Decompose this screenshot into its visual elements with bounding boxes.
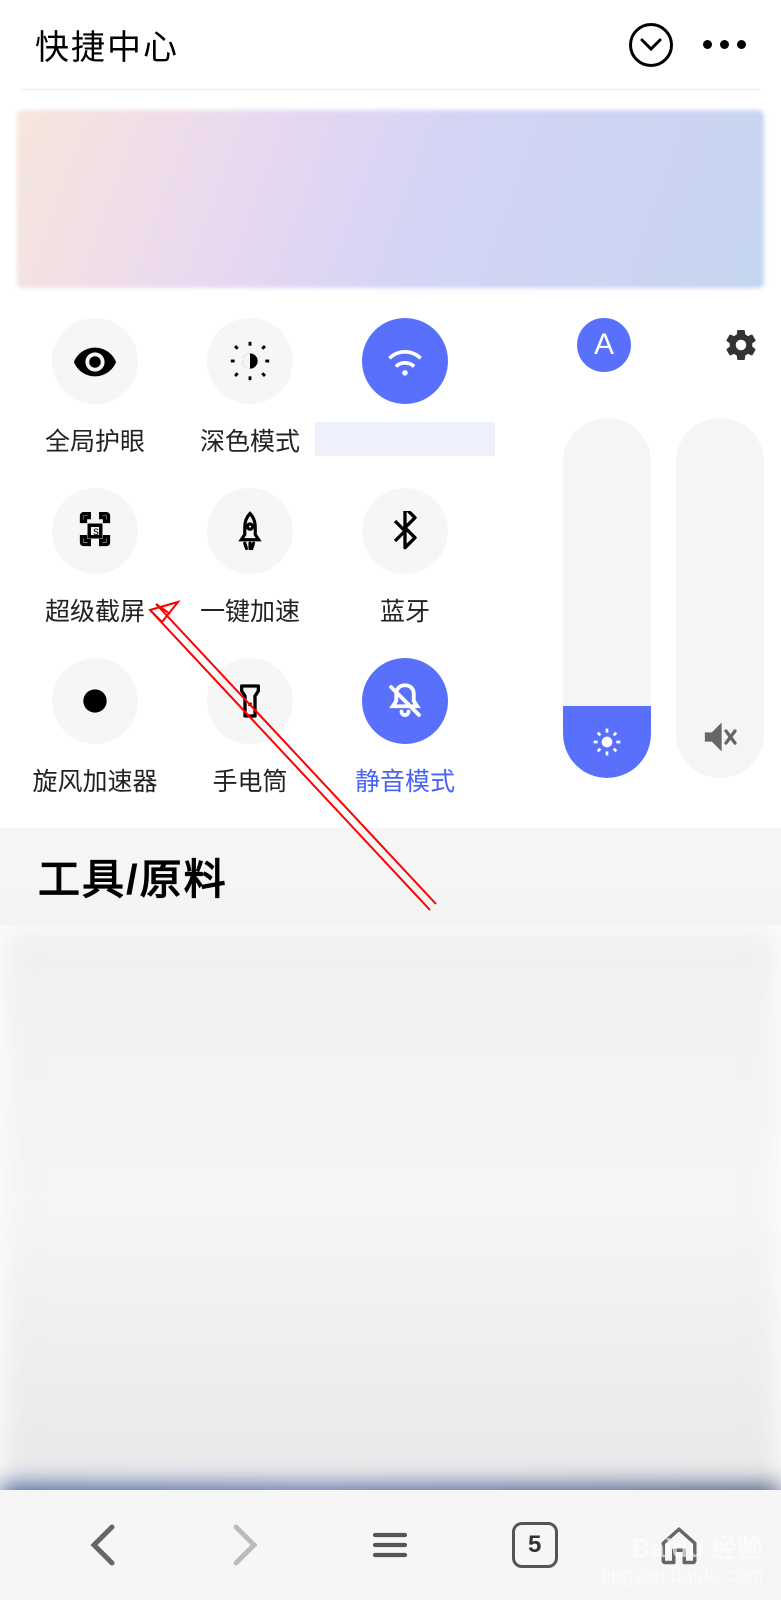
- mute-bell-icon: [384, 680, 426, 722]
- toggle-flashlight: 手电筒: [175, 658, 325, 798]
- toggle-label: 手电筒: [212, 762, 287, 798]
- toggle-label: 静音模式: [355, 762, 455, 798]
- brightness-slider[interactable]: [563, 418, 651, 778]
- header: 快捷中心: [0, 0, 781, 89]
- toggle-button[interactable]: s: [52, 488, 138, 574]
- chevron-down-icon: [640, 38, 662, 52]
- toggle-eye-protection: 全局护眼: [20, 318, 170, 458]
- gear-icon: [723, 327, 759, 363]
- toggle-wifi: [330, 318, 480, 458]
- eye-icon: [72, 338, 118, 384]
- toggle-button[interactable]: [52, 318, 138, 404]
- toggle-button[interactable]: [362, 318, 448, 404]
- chevron-left-icon: [88, 1523, 116, 1567]
- flashlight-icon: [230, 681, 270, 721]
- tabs-button[interactable]: 5: [510, 1520, 560, 1570]
- dot-icon: [75, 681, 115, 721]
- more-button[interactable]: [703, 40, 746, 49]
- tab-count: 5: [512, 1522, 558, 1568]
- toggle-label: 蓝牙: [380, 592, 430, 628]
- quick-toggles: A 全局护眼 深色模式: [0, 308, 781, 828]
- sliders: [563, 418, 781, 778]
- divider: [20, 89, 761, 90]
- menu-icon: [370, 1525, 410, 1565]
- forward-button[interactable]: [221, 1520, 271, 1570]
- toggle-dark-mode: 深色模式: [175, 318, 325, 458]
- settings-button[interactable]: [719, 323, 763, 367]
- home-icon: [658, 1524, 700, 1566]
- volume-slider[interactable]: [676, 418, 764, 778]
- toggle-button[interactable]: [207, 658, 293, 744]
- toggle-button[interactable]: [362, 488, 448, 574]
- auto-brightness-button[interactable]: A: [577, 318, 631, 372]
- toggle-button[interactable]: [362, 658, 448, 744]
- wifi-icon: [383, 339, 427, 383]
- toggle-button[interactable]: [207, 488, 293, 574]
- toggle-label: 一键加速: [200, 592, 300, 628]
- toggle-label: 全局护眼: [45, 422, 145, 458]
- volume-mute-icon: [702, 719, 738, 760]
- toggle-label-hidden: [315, 422, 495, 456]
- svg-text:s: s: [93, 526, 99, 538]
- screenshot-icon: s: [72, 508, 118, 554]
- chevron-right-icon: [232, 1523, 260, 1567]
- toggle-label: 旋风加速器: [32, 762, 157, 798]
- dark-mode-icon: [227, 338, 273, 384]
- bottom-nav: 5: [0, 1490, 781, 1600]
- brightness-icon: [591, 726, 623, 758]
- rocket-icon: [229, 510, 271, 552]
- toggle-one-click-boost: 一键加速: [175, 488, 325, 628]
- header-title: 快捷中心: [35, 20, 179, 69]
- top-controls: A: [577, 318, 763, 372]
- toggle-bluetooth: 蓝牙: [330, 488, 480, 628]
- home-button[interactable]: [654, 1520, 704, 1570]
- section-title: 工具/原料: [0, 828, 781, 925]
- notification-banner[interactable]: [17, 110, 764, 288]
- toggle-button[interactable]: [207, 318, 293, 404]
- collapse-button[interactable]: [629, 23, 673, 67]
- menu-button[interactable]: [365, 1520, 415, 1570]
- toggle-super-screenshot: s 超级截屏: [20, 488, 170, 628]
- toggle-label: 深色模式: [200, 422, 300, 458]
- header-actions: [629, 23, 746, 67]
- toggle-tornado-accelerator: 旋风加速器: [20, 658, 170, 798]
- back-button[interactable]: [77, 1520, 127, 1570]
- bluetooth-icon: [385, 511, 425, 551]
- toggle-silent-mode: 静音模式: [330, 658, 480, 798]
- blurred-content: [0, 925, 781, 1485]
- toggle-button[interactable]: [52, 658, 138, 744]
- toggle-label: 超级截屏: [45, 592, 145, 628]
